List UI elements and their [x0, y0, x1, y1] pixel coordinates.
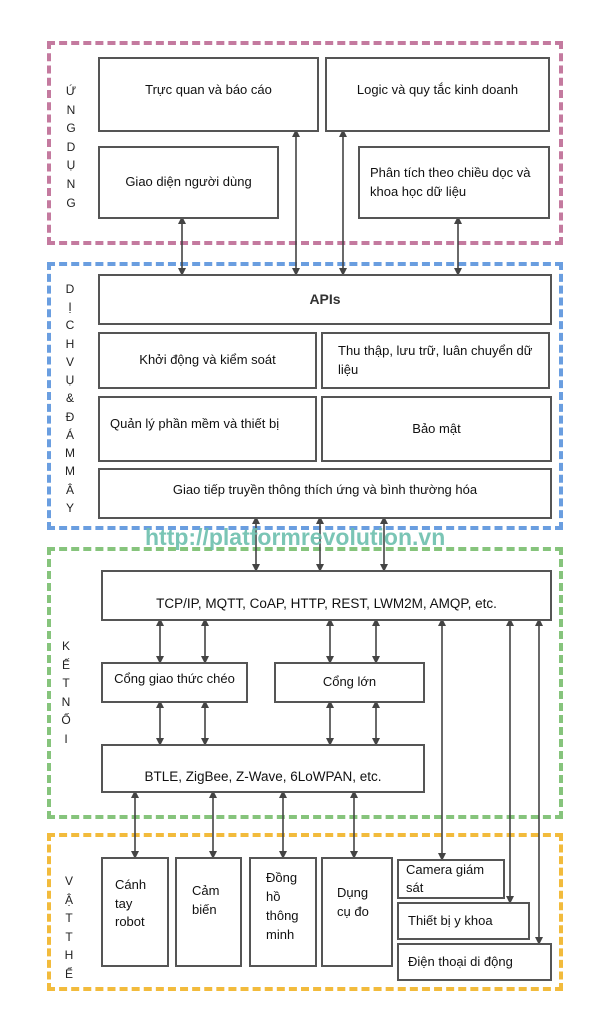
cross-protocol-gateway-box: Cổng giao thức chéo: [101, 662, 248, 703]
security-label: Bảo mật: [412, 420, 461, 436]
large-gateway-box: Cổng lớn: [274, 662, 425, 703]
visualization-label: Trực quan và báo cáo: [145, 82, 272, 98]
internet-protocols-label: TCP/IP, MQTT, CoAP, HTTP, REST, LWM2M, A…: [156, 595, 497, 611]
mobile-phone-box: Điện thoại di động: [397, 943, 552, 981]
smart-watch-box: Đồng hồ thông minh: [249, 857, 317, 967]
smart-watch-label: Đồng hồ thông minh: [266, 870, 299, 942]
provisioning-box: Khởi động và kiểm soát: [98, 332, 317, 389]
apis-label: APIs: [309, 291, 341, 308]
medical-device-box: Thiết bị y khoa: [397, 902, 530, 940]
user-interface-label: Giao diện người dùng: [125, 174, 252, 190]
communication-box: Giao tiếp truyền thông thích ứng và bình…: [98, 468, 552, 519]
sensor-box: Cảm biến: [175, 857, 242, 967]
robot-arm-label: Cánh tay robot: [115, 876, 147, 930]
medical-device-label: Thiết bị y khoa: [408, 912, 493, 928]
business-logic-label: Logic và quy tắc kinh doanh: [356, 82, 519, 98]
large-gateway-label: Cổng lớn: [322, 674, 377, 690]
mobile-phone-label: Điện thoại di động: [408, 953, 513, 969]
visualization-box: Trực quan và báo cáo: [98, 57, 319, 132]
communication-label: Giao tiếp truyền thông thích ứng và bình…: [172, 482, 478, 498]
cross-protocol-gateway-label: Cổng giao thức chéo: [114, 671, 235, 687]
provisioning-label: Khởi động và kiểm soát: [139, 352, 276, 368]
measuring-tool-label: Dụng cụ đo: [337, 885, 369, 919]
user-interface-box: Giao diện người dùng: [98, 146, 279, 219]
internet-protocols-box: TCP/IP, MQTT, CoAP, HTTP, REST, LWM2M, A…: [101, 570, 552, 621]
robot-arm-box: Cánh tay robot: [101, 857, 169, 967]
data-collection-box: Thu thập, lưu trữ, luân chuyển dữ liệu: [321, 332, 550, 389]
camera-box: Camera giám sát: [397, 859, 505, 899]
local-protocols-label: BTLE, ZigBee, Z-Wave, 6LoWPAN, etc.: [144, 768, 382, 784]
device-management-box: Quản lý phần mềm và thiết bị: [98, 396, 317, 462]
camera-label: Camera giám sát: [406, 862, 485, 895]
analytics-label: Phân tích theo chiều dọc và khoa học dữ …: [370, 164, 531, 199]
device-management-label: Quản lý phần mềm và thiết bị: [110, 415, 280, 431]
data-collection-label: Thu thập, lưu trữ, luân chuyển dữ liệu: [338, 342, 533, 377]
local-protocols-box: BTLE, ZigBee, Z-Wave, 6LoWPAN, etc.: [101, 744, 425, 793]
sensor-label: Cảm biến: [192, 883, 220, 917]
watermark[interactable]: http://platformrevolution.vn: [145, 524, 445, 551]
measuring-tool-box: Dụng cụ đo: [321, 857, 393, 967]
business-logic-box: Logic và quy tắc kinh doanh: [325, 57, 550, 132]
analytics-box: Phân tích theo chiều dọc và khoa học dữ …: [358, 146, 550, 219]
security-box: Bảo mật: [321, 396, 552, 462]
apis-box: APIs: [98, 274, 552, 325]
